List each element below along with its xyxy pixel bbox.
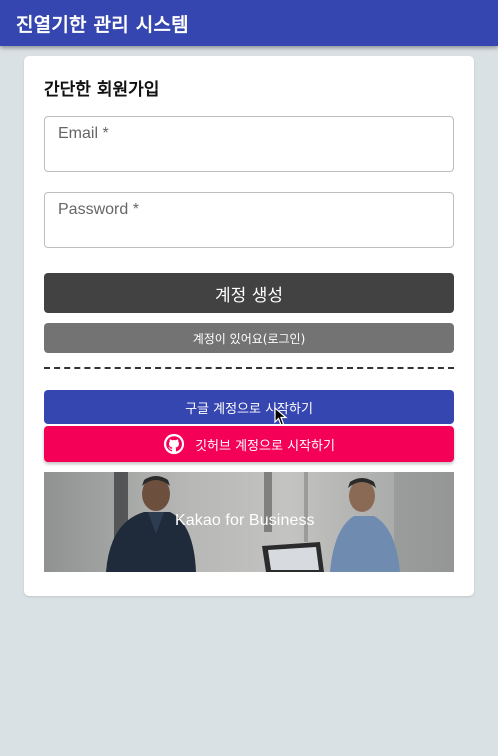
github-signin-button[interactable]: 깃허브 계정으로 시작하기 <box>44 426 454 462</box>
kakao-business-banner[interactable]: Kakao for Business <box>44 472 454 572</box>
signup-title: 간단한 회원가입 <box>44 80 160 100</box>
app-bar: 진열기한 관리 시스템 <box>0 0 498 46</box>
divider <box>44 367 454 369</box>
password-input[interactable] <box>57 221 441 243</box>
banner-text: Kakao for Business <box>175 512 315 529</box>
github-signin-label: 깃허브 계정으로 시작하기 <box>195 438 335 454</box>
password-label: Password * <box>58 201 139 218</box>
google-signin-label: 구글 계정으로 시작하기 <box>185 401 313 417</box>
password-field[interactable]: Password * <box>44 192 454 248</box>
email-field[interactable]: Email * <box>44 116 454 172</box>
create-account-button[interactable]: 계정 생성 <box>44 273 454 313</box>
login-button[interactable]: 계정이 있어요(로그인) <box>44 323 454 353</box>
app-title: 진열기한 관리 시스템 <box>16 14 189 36</box>
google-signin-button[interactable]: 구글 계정으로 시작하기 <box>44 390 454 424</box>
email-input[interactable] <box>57 145 441 167</box>
github-icon <box>163 433 185 455</box>
mouse-cursor-icon <box>274 407 288 426</box>
email-label: Email * <box>58 125 109 142</box>
signup-card: 간단한 회원가입 Email * Password * 계정 생성 계정이 있어… <box>24 56 474 596</box>
